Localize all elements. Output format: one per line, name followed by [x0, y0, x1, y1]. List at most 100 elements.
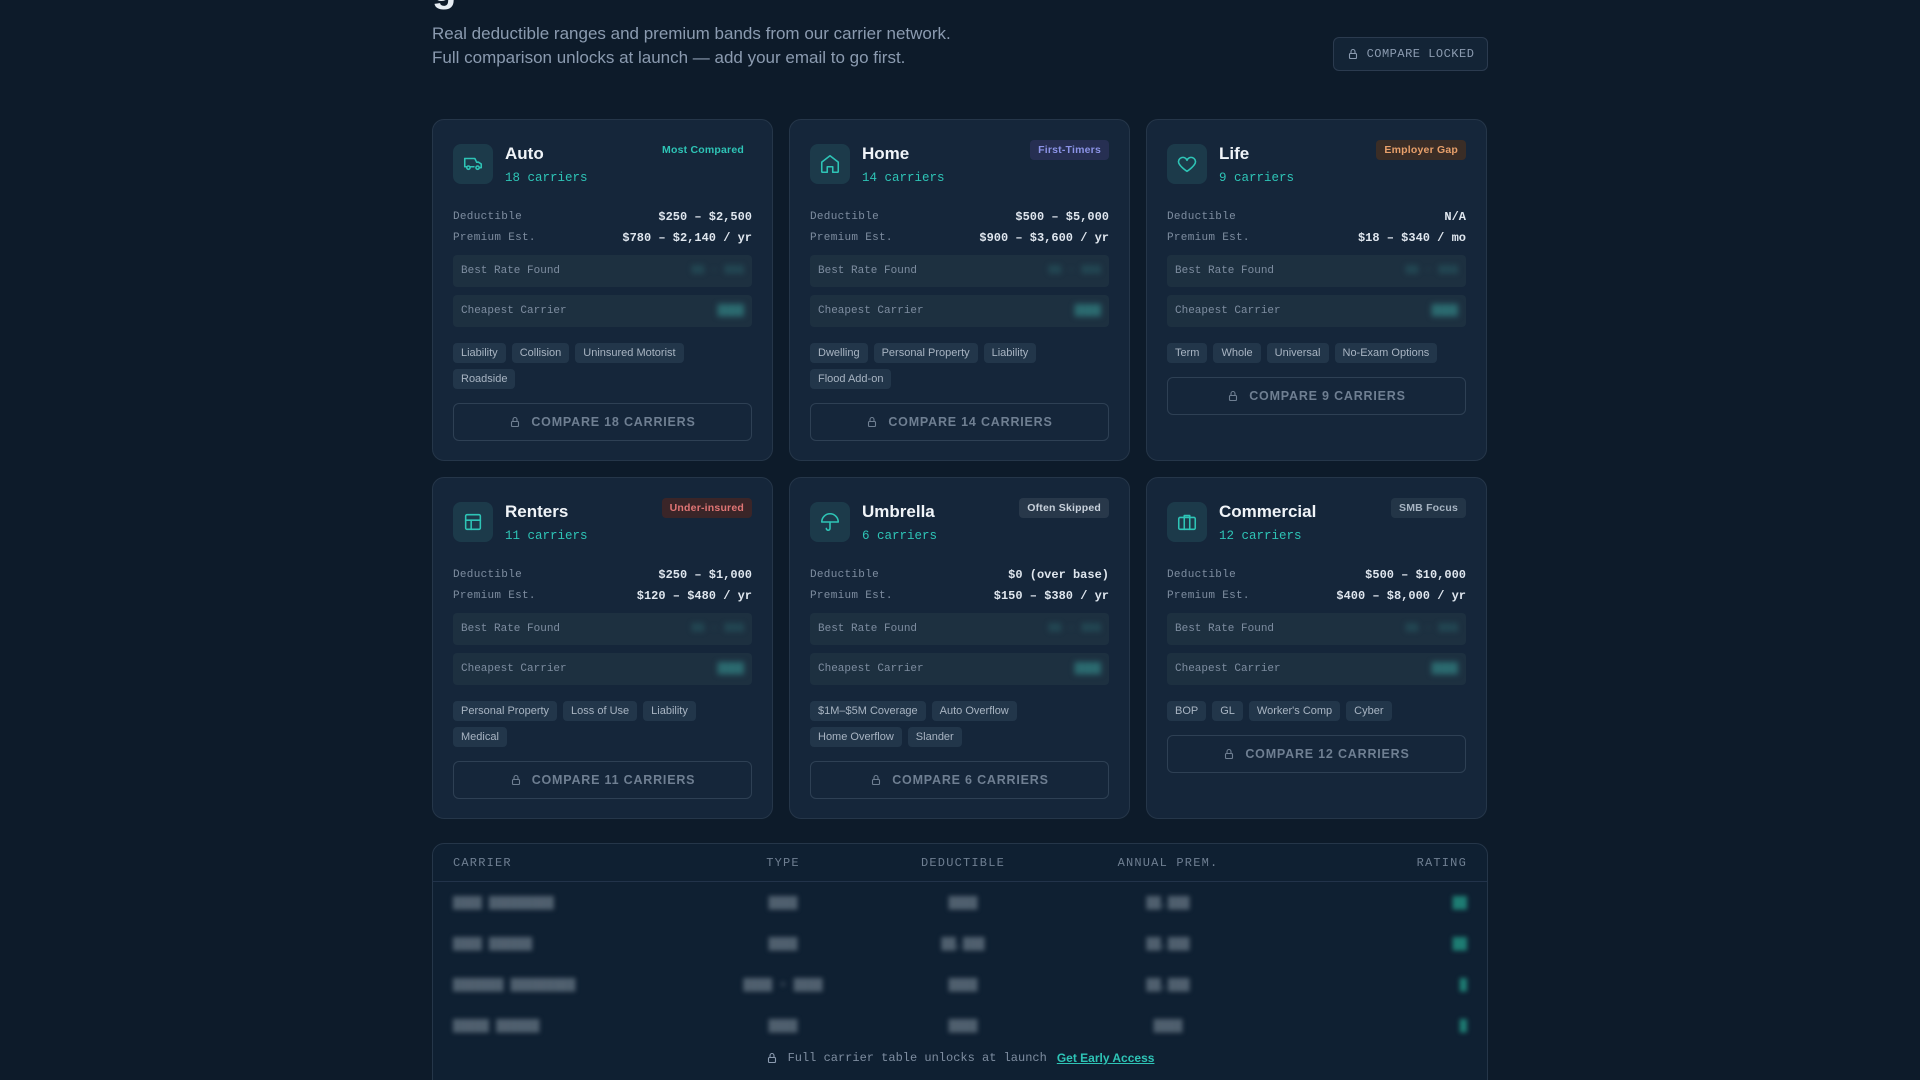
blurred-value: $$ · $$$ — [1405, 265, 1458, 277]
cheapest-carrier-label: Cheapest Carrier — [818, 663, 924, 675]
compare-carriers-button[interactable]: COMPARE 9 CARRIERS — [1167, 377, 1466, 415]
badge: Employer Gap — [1376, 140, 1466, 160]
table-row-blurred: █████ ██████ ████ ████ ████ █ — [453, 1018, 1467, 1033]
subtitle-line-2: Full comparison unlocks at launch — add … — [432, 48, 906, 67]
compare-carriers-button[interactable]: COMPARE 18 CARRIERS — [453, 403, 752, 441]
tag: Liability — [643, 701, 696, 721]
blurred-value: ████ — [717, 663, 744, 675]
tag: Whole — [1213, 343, 1261, 363]
deductible-value: $500 – $10,000 — [1365, 568, 1466, 582]
table-row-blurred: ████ █████████ ████ ████ ██,███ ██ — [453, 895, 1467, 910]
tag: Personal Property — [873, 343, 978, 363]
tag: No-Exam Options — [1334, 343, 1438, 363]
premium-value: $900 – $3,600 / yr — [979, 231, 1109, 245]
badge: Most Compared — [662, 144, 744, 156]
page-subtitle: Real deductible ranges and premium bands… — [432, 22, 951, 70]
carrier-count: 11 carriers — [505, 529, 588, 543]
deductible-label: Deductible — [1167, 211, 1237, 223]
cheapest-carrier-row: Cheapest Carrier ████ — [453, 653, 752, 685]
building-icon — [453, 502, 493, 542]
tag: Collision — [511, 343, 570, 363]
cheapest-carrier-row: Cheapest Carrier ████ — [810, 295, 1109, 327]
deductible-label: Deductible — [453, 569, 523, 581]
card-umbrella: Umbrella 6 carriers Often Skipped Deduct… — [789, 477, 1130, 819]
compare-button-label: COMPARE 12 CARRIERS — [1245, 747, 1410, 761]
best-rate-label: Best Rate Found — [461, 623, 561, 635]
compare-button-label: COMPARE 18 CARRIERS — [531, 415, 696, 429]
compare-carriers-button[interactable]: COMPARE 6 CARRIERS — [810, 761, 1109, 799]
tag: Worker's Comp — [1248, 701, 1341, 721]
premium-label: Premium Est. — [1167, 232, 1250, 244]
table-footer-text: Full carrier table unlocks at launch — [787, 1051, 1047, 1065]
carrier-count: 14 carriers — [862, 171, 945, 185]
premium-value: $150 – $380 / yr — [993, 589, 1109, 603]
lock-icon — [1229, 390, 1238, 402]
lock-icon — [1348, 48, 1357, 60]
best-rate-row: Best Rate Found $$ · $$$ — [810, 613, 1109, 645]
blurred-value: ████ — [717, 305, 744, 317]
compare-carriers-button[interactable]: COMPARE 12 CARRIERS — [1167, 735, 1466, 773]
compare-locked-label: COMPARE LOCKED — [1366, 47, 1475, 61]
get-early-access-link[interactable]: Get Early Access — [1057, 1051, 1155, 1065]
tag: Cyber — [1346, 701, 1392, 721]
tag: Term — [1167, 343, 1208, 363]
deductible-label: Deductible — [453, 211, 523, 223]
coverage-tags: Term Whole Universal No-Exam Options — [1167, 343, 1466, 363]
deductible-value: N/A — [1444, 210, 1466, 224]
carrier-count: 6 carriers — [862, 529, 938, 543]
carrier-table: CARRIER TYPE DEDUCTIBLE ANNUAL PREM. RAT… — [432, 843, 1488, 1080]
insurance-cards-grid: Auto 18 carriers Most Compared Deductibl… — [432, 119, 1488, 819]
tag: Loss of Use — [563, 701, 638, 721]
tag: Uninsured Motorist — [575, 343, 684, 363]
card-auto: Auto 18 carriers Most Compared Deductibl… — [432, 119, 773, 461]
lock-icon — [767, 1052, 776, 1064]
best-rate-row: Best Rate Found $$ · $$$ — [810, 255, 1109, 287]
tag: Auto Overflow — [931, 701, 1017, 721]
tag: Dwelling — [810, 343, 868, 363]
badge: Under-insured — [661, 498, 752, 518]
cheapest-carrier-label: Cheapest Carrier — [461, 663, 567, 675]
coverage-tags: Personal Property Loss of Use Liability … — [453, 701, 752, 747]
compare-button-label: COMPARE 6 CARRIERS — [892, 773, 1049, 787]
premium-label: Premium Est. — [453, 590, 536, 602]
header-carrier: CARRIER — [453, 855, 512, 870]
tag: Roadside — [453, 369, 516, 389]
tag: Flood Add-on — [810, 369, 892, 389]
house-icon — [810, 144, 850, 184]
header-rating: RATING — [1416, 855, 1467, 870]
best-rate-row: Best Rate Found $$ · $$$ — [1167, 613, 1466, 645]
tag: Home Overflow — [810, 727, 902, 747]
cheapest-carrier-row: Cheapest Carrier ████ — [810, 653, 1109, 685]
cheapest-carrier-label: Cheapest Carrier — [461, 305, 567, 317]
compare-locked-button[interactable]: COMPARE LOCKED — [1333, 37, 1488, 71]
card-renters: Renters 11 carriers Under-insured Deduct… — [432, 477, 773, 819]
blurred-value: $$ · $$$ — [1048, 623, 1101, 635]
deductible-value: $250 – $2,500 — [658, 210, 752, 224]
blurred-value: $$ · $$$ — [691, 623, 744, 635]
cheapest-carrier-row: Cheapest Carrier ████ — [453, 295, 752, 327]
header-premium: ANNUAL PREM. — [1117, 855, 1219, 870]
tag: Personal Property — [453, 701, 558, 721]
cheapest-carrier-label: Cheapest Carrier — [818, 305, 924, 317]
table-header: CARRIER TYPE DEDUCTIBLE ANNUAL PREM. RAT… — [433, 844, 1487, 882]
deductible-value: $0 (over base) — [1008, 568, 1109, 582]
table-row-blurred: ███████ █████████ ████ + ████ ████ ██,██… — [453, 977, 1467, 992]
carrier-count: 12 carriers — [1219, 529, 1302, 543]
premium-label: Premium Est. — [453, 232, 536, 244]
tag: $1M–$5M Coverage — [810, 701, 926, 721]
blurred-value: $$ · $$$ — [1048, 265, 1101, 277]
premium-label: Premium Est. — [1167, 590, 1250, 602]
blurred-value: ████ — [1074, 663, 1101, 675]
tag: GL — [1212, 701, 1243, 721]
lock-icon — [511, 416, 520, 428]
heart-icon — [1167, 144, 1207, 184]
blurred-value: ████ — [1431, 305, 1458, 317]
umbrella-icon — [810, 502, 850, 542]
premium-value: $400 – $8,000 / yr — [1336, 589, 1466, 603]
compare-carriers-button[interactable]: COMPARE 11 CARRIERS — [453, 761, 752, 799]
compare-carriers-button[interactable]: COMPARE 14 CARRIERS — [810, 403, 1109, 441]
cheapest-carrier-row: Cheapest Carrier ████ — [1167, 653, 1466, 685]
header-deductible: DEDUCTIBLE — [920, 855, 1005, 870]
lock-icon — [1225, 748, 1234, 760]
best-rate-label: Best Rate Found — [818, 265, 918, 277]
